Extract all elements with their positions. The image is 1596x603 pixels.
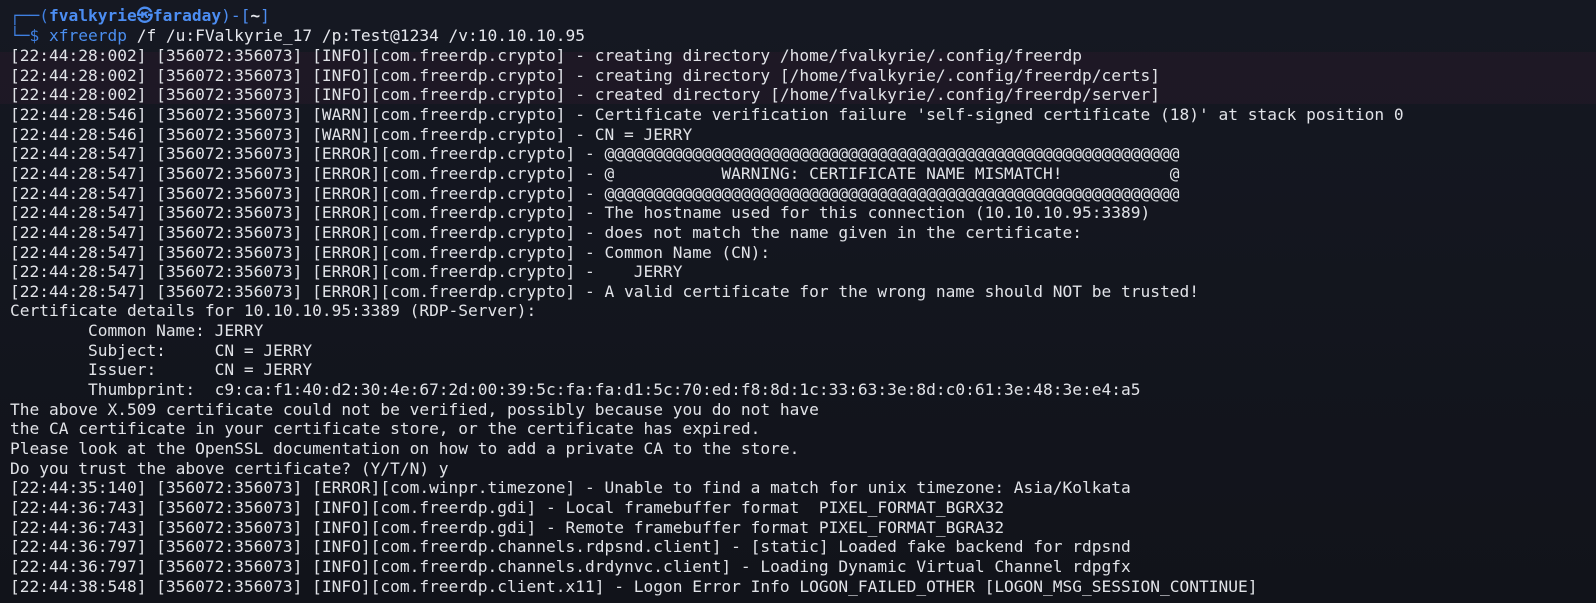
output-line: [22:44:38:548] [356072:356073] [INFO][co… [10,576,1258,596]
output-line: Issuer: CN = JERRY [10,360,313,380]
output-line: Please look at the OpenSSL documentation… [10,439,800,458]
output-line: Thumbprint: c9:ca:f1:40:d2:30:4e:67:2d:0… [10,380,1141,400]
prompt-cwd: ~ [250,6,261,25]
output-line: [22:44:36:797] [356072:356073] [INFO][co… [10,537,1131,557]
command-name: xfreerdp [48,26,127,45]
command-args: /f /u:FValkyrie_17 /p:Test@1234 /v:10.10… [126,26,586,45]
output-line: [22:44:28:002] [356072:356073] [INFO][co… [10,46,1083,65]
output-line: [22:44:28:547] [356072:356073] [ERROR][c… [10,183,1180,203]
output-line: [22:44:28:002] [356072:356073] [INFO][co… [10,85,1160,105]
prompt-separator: ㉿ [136,6,153,25]
output-line: [22:44:28:547] [356072:356073] [ERROR][c… [10,203,1151,223]
output-line: [22:44:36:743] [356072:356073] [INFO][co… [10,517,1005,537]
output-line: [22:44:28:547] [356072:356073] [ERROR][c… [10,262,683,282]
output-line: [22:44:28:002] [356072:356073] [INFO][co… [10,65,1160,85]
prompt-line: ┌──(fvalkyrie㉿faraday)-[~] [10,6,270,26]
prompt-user: fvalkyrie [48,6,137,25]
terminal-window[interactable]: ┌──(fvalkyrie㉿faraday)-[~] └─$ xfreerdp … [0,0,1596,603]
output-line: the CA certificate in your certificate s… [10,419,761,439]
output-line: [22:44:28:547] [356072:356073] [ERROR][c… [10,222,1083,242]
output-line: [22:44:28:547] [356072:356073] [ERROR][c… [10,163,1180,183]
output-line: [22:44:28:546] [356072:356073] [WARN][co… [10,104,1404,124]
prompt-prefix: ┌──( [10,6,49,25]
prompt-symbol: └─$ [10,26,49,45]
output-line: Subject: CN = JERRY [10,340,313,360]
output-line: The above X.509 certificate could not be… [10,399,819,419]
output-line: [22:44:28:547] [356072:356073] [ERROR][c… [10,242,771,262]
prompt-host: faraday [152,6,222,25]
output-line: [22:44:28:546] [356072:356073] [WARN][co… [10,124,693,144]
output-line: Certificate details for 10.10.10.95:3389… [10,301,537,321]
prompt-bracket-close: ] [260,6,270,25]
command-line[interactable]: └─$ xfreerdp /f /u:FValkyrie_17 /p:Test@… [10,26,585,46]
output-line: Do you trust the above certificate? (Y/T… [10,458,449,478]
output-line: [22:44:36:797] [356072:356073] [INFO][co… [10,556,1131,576]
output-line: Common Name: JERRY [10,321,264,341]
prompt-bracket: )-[ [221,6,251,25]
output-line: [22:44:28:547] [356072:356073] [ERROR][c… [10,144,1180,164]
output-line: [22:44:36:743] [356072:356073] [INFO][co… [10,497,1005,517]
output-line: [22:44:28:547] [356072:356073] [ERROR][c… [10,281,1199,301]
output-line: [22:44:35:140] [356072:356073] [ERROR][c… [10,478,1131,498]
